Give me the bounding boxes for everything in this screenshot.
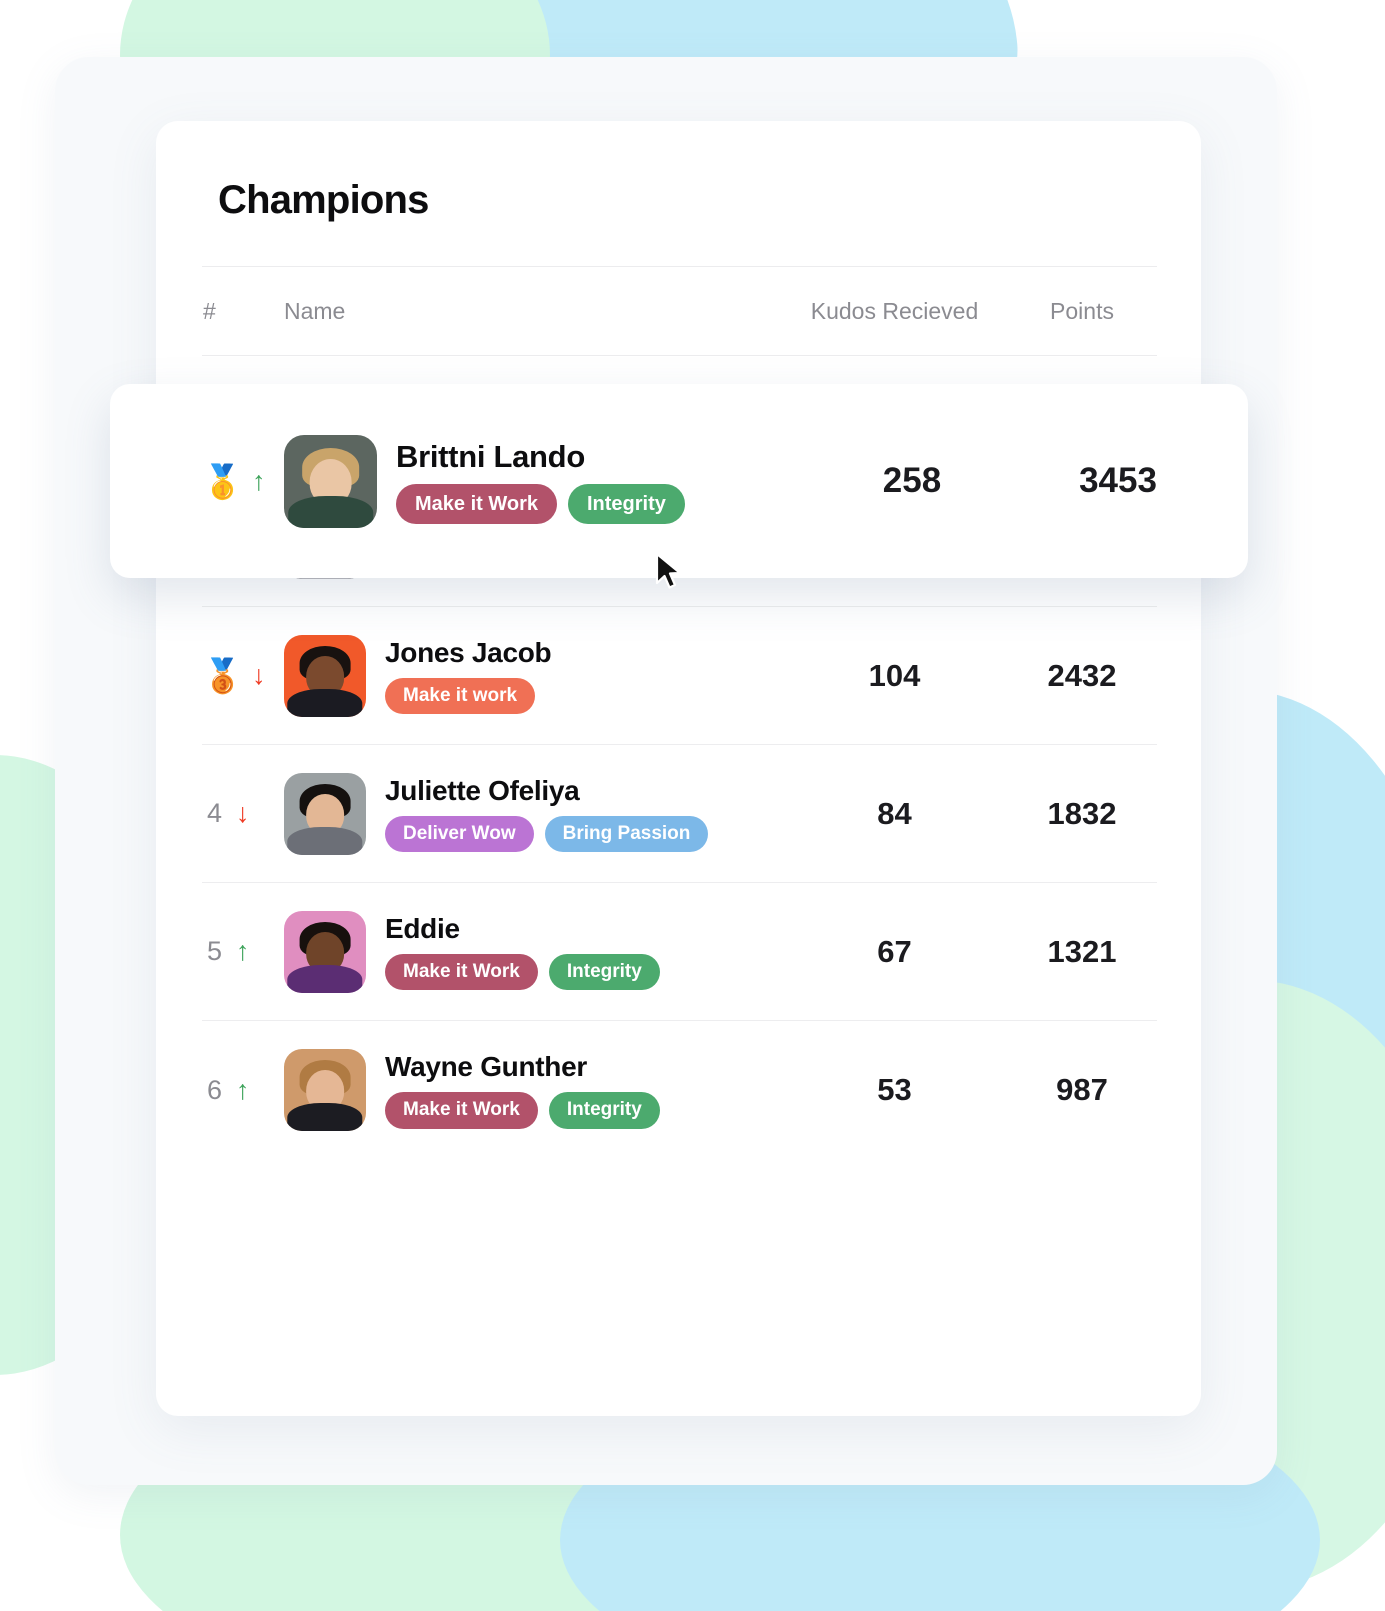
points-value: 3453 — [1079, 461, 1157, 500]
value-tag[interactable]: Make it work — [385, 677, 536, 715]
column-header-name: Name — [284, 297, 346, 324]
value-tag[interactable]: Integrity — [548, 953, 660, 991]
value-tag[interactable]: Make it Work — [396, 483, 557, 524]
person-cell: Jones Jacob Make it work — [284, 634, 782, 717]
tag-list: Deliver Wow Bring Passion — [385, 815, 709, 853]
person-text: Jones Jacob Make it work — [385, 636, 552, 715]
kudos-value: 84 — [877, 795, 912, 831]
leaderboard-row[interactable]: 6 ↑ Wayne Gunther Make it Work Integrity 53 98… — [202, 1021, 1157, 1159]
rank-number: 5 — [206, 936, 223, 966]
person-cell: Juliette Ofeliya Deliver Wow Bring Passion — [284, 772, 782, 855]
leaderboard-row[interactable]: 🥉 ↓ Jones Jacob Make it work 104 2432 — [202, 607, 1157, 745]
bronze-medal-icon: 🥉 — [202, 657, 244, 694]
leaderboard-row[interactable]: 4 ↓ Juliette Ofeliya Deliver Wow Bring Passi… — [202, 745, 1157, 883]
leaderboard-row[interactable]: 5 ↑ Eddie Make it Work Integrity 67 1321 — [202, 883, 1157, 1021]
trend-up-arrow-icon: ↑ — [236, 936, 250, 966]
column-header-kudos: Kudos Recieved — [810, 297, 979, 324]
column-header-rank: # — [203, 297, 216, 324]
value-tag[interactable]: Integrity — [548, 1092, 660, 1129]
points-value: 1321 — [1047, 933, 1117, 969]
person-text: Wayne Gunther Make it Work Integrity — [385, 1051, 660, 1129]
person-text: Brittni Lando Make it Work Integrity — [396, 439, 685, 524]
person-name: Brittni Lando — [396, 438, 585, 474]
points-value: 1832 — [1047, 795, 1117, 831]
tag-list: Make it Work Integrity — [396, 483, 685, 524]
rank-cell: 6 ↑ — [202, 1075, 284, 1106]
rank-number: 4 — [206, 798, 223, 828]
avatar-body — [287, 1103, 363, 1131]
person-name: Wayne Gunther — [385, 1051, 587, 1083]
tag-list: Make it Work Integrity — [385, 953, 660, 991]
rank-cell: 5 ↑ — [202, 936, 284, 967]
avatar — [284, 634, 366, 717]
trend-down-arrow-icon: ↓ — [252, 660, 266, 690]
avatar — [284, 910, 366, 993]
avatar-body — [287, 964, 363, 993]
rank-cell: 4 ↓ — [202, 798, 284, 829]
trend-up-arrow-icon: ↑ — [252, 465, 266, 496]
avatar-body — [287, 826, 363, 855]
kudos-value: 104 — [868, 657, 921, 693]
champions-card: Champions # Name Kudos Recieved Points 🥈… — [156, 121, 1201, 1416]
value-tag[interactable]: Make it Work — [385, 1092, 538, 1129]
screenshot-stage: Champions # Name Kudos Recieved Points 🥈… — [0, 0, 1385, 1611]
trend-up-arrow-icon: ↑ — [236, 1074, 250, 1105]
value-tag[interactable]: Make it Work — [385, 953, 538, 991]
kudos-value: 53 — [877, 1072, 912, 1107]
person-text: Juliette Ofeliya Deliver Wow Bring Passion — [385, 774, 709, 853]
table-header-row: # Name Kudos Recieved Points — [202, 266, 1157, 356]
value-tag[interactable]: Bring Passion — [544, 815, 709, 853]
tag-list: Make it Work Integrity — [385, 1092, 660, 1129]
value-tag[interactable]: Deliver Wow — [385, 815, 534, 853]
rank-cell: 🥇 ↑ — [202, 465, 284, 498]
person-cell: Wayne Gunther Make it Work Integrity — [284, 1049, 782, 1131]
column-header-points: Points — [1050, 297, 1114, 324]
tag-list: Make it work — [385, 677, 551, 715]
avatar — [284, 1049, 366, 1131]
person-name: Juliette Ofeliya — [385, 774, 580, 806]
kudos-value: 67 — [877, 933, 912, 969]
avatar-body — [287, 688, 363, 717]
person-text: Eddie Make it Work Integrity — [385, 913, 660, 991]
rank-cell: 🥉 ↓ — [202, 659, 284, 692]
points-value: 2432 — [1047, 657, 1117, 693]
avatar-body — [287, 495, 374, 528]
avatar — [284, 772, 366, 855]
person-name: Jones Jacob — [385, 636, 552, 668]
trend-down-arrow-icon: ↓ — [236, 798, 250, 828]
leaderboard-row-hovered[interactable]: 🥇 ↑ Brittni Lando Make it Work Integrity 258 3… — [110, 384, 1248, 578]
person-name: Eddie — [385, 912, 460, 944]
person-cell: Eddie Make it Work Integrity — [284, 910, 782, 993]
value-tag[interactable]: Integrity — [568, 483, 685, 524]
page-title: Champions — [218, 178, 429, 222]
gold-medal-icon: 🥇 — [202, 462, 244, 500]
avatar — [284, 434, 377, 528]
person-cell: Brittni Lando Make it Work Integrity — [284, 434, 790, 528]
rank-number: 6 — [206, 1074, 223, 1105]
points-value: 987 — [1056, 1072, 1108, 1107]
kudos-value: 258 — [882, 461, 942, 500]
